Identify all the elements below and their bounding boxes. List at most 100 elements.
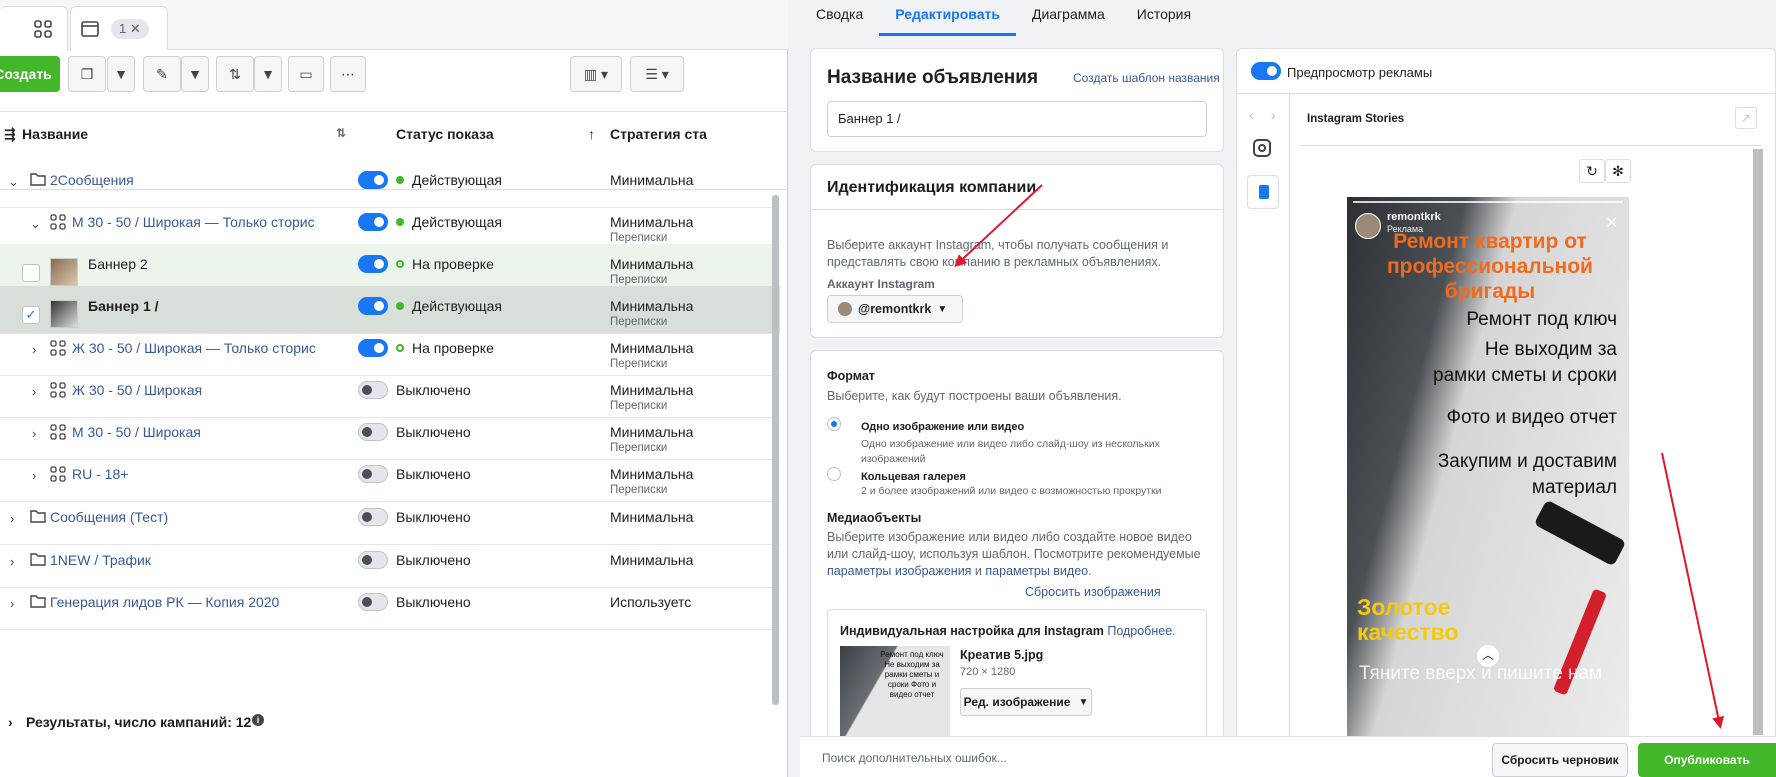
table-row[interactable]: › Ж 30 - 50 / Широкая — Только сторис На… — [0, 328, 780, 376]
image-params-link[interactable]: параметры изображения — [827, 564, 971, 578]
toggle[interactable] — [358, 171, 388, 189]
row-name[interactable]: Баннер 2 — [88, 256, 148, 272]
table-row[interactable]: › RU - 18+ Выключено Минимальна Переписк… — [0, 454, 780, 502]
table-row[interactable]: › Ж 30 - 50 / Широкая Выключено Минималь… — [0, 370, 780, 418]
table-row[interactable]: › Сообщения (Тест) Выключено Минимальна — [0, 497, 780, 545]
column-status[interactable]: Статус показа — [396, 126, 494, 142]
preview-button[interactable]: ▭ — [288, 56, 324, 92]
radio-single[interactable] — [827, 417, 841, 431]
column-strategy[interactable]: Стратегия ста — [610, 126, 707, 142]
table-row[interactable]: › М 30 - 50 / Широкая Выключено Минималь… — [0, 412, 780, 460]
row-name[interactable]: Сообщения (Тест) — [50, 509, 168, 525]
chevron-down-icon[interactable]: ⌄ — [8, 174, 19, 190]
discard-draft-button[interactable]: Сбросить черновик — [1492, 743, 1628, 777]
tab-overview[interactable] — [0, 6, 68, 50]
chevron-right-icon[interactable]: › — [32, 426, 36, 441]
publish-button[interactable]: Опубликовать — [1638, 743, 1776, 777]
instagram-icon[interactable] — [1253, 139, 1271, 157]
toggle[interactable] — [358, 339, 388, 357]
story-preview: remontkrk Реклама ✕ Ремонт квартир от пр… — [1347, 197, 1629, 739]
chevron-right-icon[interactable]: › — [10, 511, 14, 526]
more-link[interactable]: Подробнее. — [1107, 624, 1175, 638]
toggle[interactable] — [358, 213, 388, 231]
duplicate-dropdown[interactable]: ▼ — [107, 56, 135, 92]
row-name[interactable]: Баннер 1 / — [88, 298, 159, 314]
table-row[interactable]: › 1NEW / Трафик Выключено Минимальна — [0, 540, 780, 588]
next-placement-icon[interactable]: › — [1271, 107, 1276, 123]
ab-test-dropdown[interactable]: ▼ — [254, 56, 282, 92]
row-name[interactable]: 2Сообщения — [50, 172, 134, 188]
row-name[interactable]: RU - 18+ — [72, 466, 128, 482]
table-row[interactable]: ⌄ М 30 - 50 / Широкая — Только сторис Де… — [0, 202, 780, 250]
edit-dropdown[interactable]: ▼ — [181, 56, 209, 92]
tab-diagram[interactable]: Диаграмма — [1016, 0, 1121, 36]
creative-thumbnail: Ремонт под ключ Не выходим за рамки смет… — [840, 646, 950, 736]
external-link-icon[interactable]: ↗ — [1735, 107, 1757, 129]
edit-image-button[interactable]: Ред. изображение ▼ — [960, 688, 1092, 716]
toggle[interactable] — [358, 297, 388, 315]
row-name[interactable]: Ж 30 - 50 / Широкая — Только сторис — [72, 340, 316, 356]
breakdown-button[interactable]: ☰ ▾ — [630, 56, 684, 92]
row-checkbox[interactable] — [22, 264, 40, 282]
tab-summary[interactable]: Сводка — [800, 0, 879, 36]
reset-images-link[interactable]: Сбросить изображения — [1025, 585, 1161, 599]
toggle[interactable] — [358, 551, 388, 569]
row-name[interactable]: 1NEW / Трафик — [50, 552, 151, 568]
row-name[interactable]: Генерация лидов РК — Копия 2020 — [50, 594, 279, 610]
sort-up-icon[interactable]: ↑ — [588, 126, 595, 142]
stories-icon[interactable] — [1247, 175, 1279, 209]
preview-scrollbar[interactable] — [1753, 149, 1763, 735]
edit-button[interactable]: ✎ — [143, 56, 181, 92]
table-row[interactable]: ✓ Баннер 1 / Действующая Минимальна Пере… — [0, 286, 780, 334]
toggle[interactable] — [358, 255, 388, 273]
preview-toggle[interactable] — [1251, 62, 1281, 80]
chevron-down-icon[interactable]: ⌄ — [30, 216, 41, 232]
row-name[interactable]: Ж 30 - 50 / Широкая — [72, 382, 202, 398]
table-row[interactable]: Баннер 2 На проверке Минимальна Переписк… — [0, 244, 780, 292]
columns-button[interactable]: ▥ ▾ — [570, 56, 622, 92]
ig-account-select[interactable]: @remontkrk ▼ — [827, 295, 963, 323]
create-template-link[interactable]: Создать шаблон названия — [1073, 71, 1220, 85]
tab-ads[interactable]: 1 ✕ — [70, 6, 168, 50]
row-checkbox[interactable]: ✓ — [22, 306, 40, 324]
radio-carousel[interactable] — [827, 467, 841, 481]
table-scrollbar[interactable] — [772, 195, 779, 705]
chevron-right-icon[interactable]: › — [32, 342, 36, 357]
column-name[interactable]: Название — [22, 126, 88, 142]
toggle[interactable] — [358, 593, 388, 611]
video-params-link[interactable]: параметры видео — [985, 564, 1088, 578]
more-button[interactable]: ⋯ — [330, 56, 366, 92]
strategy-sub: Переписки — [610, 232, 668, 244]
filter-icon[interactable]: ⇶ — [4, 126, 16, 143]
chevron-right-icon[interactable]: › — [10, 596, 14, 611]
table-row[interactable]: › Генерация лидов РК — Копия 2020 Выключ… — [0, 582, 780, 630]
create-button[interactable]: Создать — [0, 56, 60, 92]
sort-icon[interactable]: ⇅ — [336, 126, 346, 140]
chevron-right-icon[interactable]: › — [32, 384, 36, 399]
toggle[interactable] — [358, 465, 388, 483]
selection-counter[interactable]: 1 ✕ — [111, 18, 149, 39]
refresh-icon[interactable]: ↻ — [1579, 159, 1605, 183]
toggle[interactable] — [358, 508, 388, 526]
chevron-right-icon[interactable]: › — [32, 468, 36, 483]
identity-desc: Выберите аккаунт Instagram, чтобы получа… — [827, 238, 1169, 269]
ab-test-button[interactable]: ⇅ — [216, 56, 254, 92]
chevron-right-icon[interactable]: › — [10, 554, 14, 569]
identity-card: Идентификация компании Выберите аккаунт … — [810, 164, 1224, 338]
info-icon[interactable]: i — [252, 714, 264, 726]
row-name[interactable]: М 30 - 50 / Широкая — [72, 424, 201, 440]
results-row[interactable]: › Результаты, число кампаний: 12 i — [0, 706, 780, 736]
avatar — [838, 302, 852, 316]
clear-icon[interactable]: ✕ — [130, 21, 141, 36]
chevron-right-icon[interactable]: › — [8, 714, 13, 730]
bug-icon[interactable]: ✻ — [1605, 159, 1631, 183]
duplicate-button[interactable]: ❐ — [68, 56, 106, 92]
toggle[interactable] — [358, 381, 388, 399]
table-row[interactable]: ⌄ 2Сообщения Действующая Минимальна — [0, 160, 780, 208]
tab-history[interactable]: История — [1121, 0, 1207, 36]
toggle[interactable] — [358, 423, 388, 441]
prev-placement-icon[interactable]: ‹ — [1249, 107, 1254, 123]
tab-edit[interactable]: Редактировать — [879, 0, 1016, 36]
ad-name-input[interactable]: Баннер 1 / — [827, 101, 1207, 137]
row-name[interactable]: М 30 - 50 / Широкая — Только сторис — [72, 214, 315, 230]
